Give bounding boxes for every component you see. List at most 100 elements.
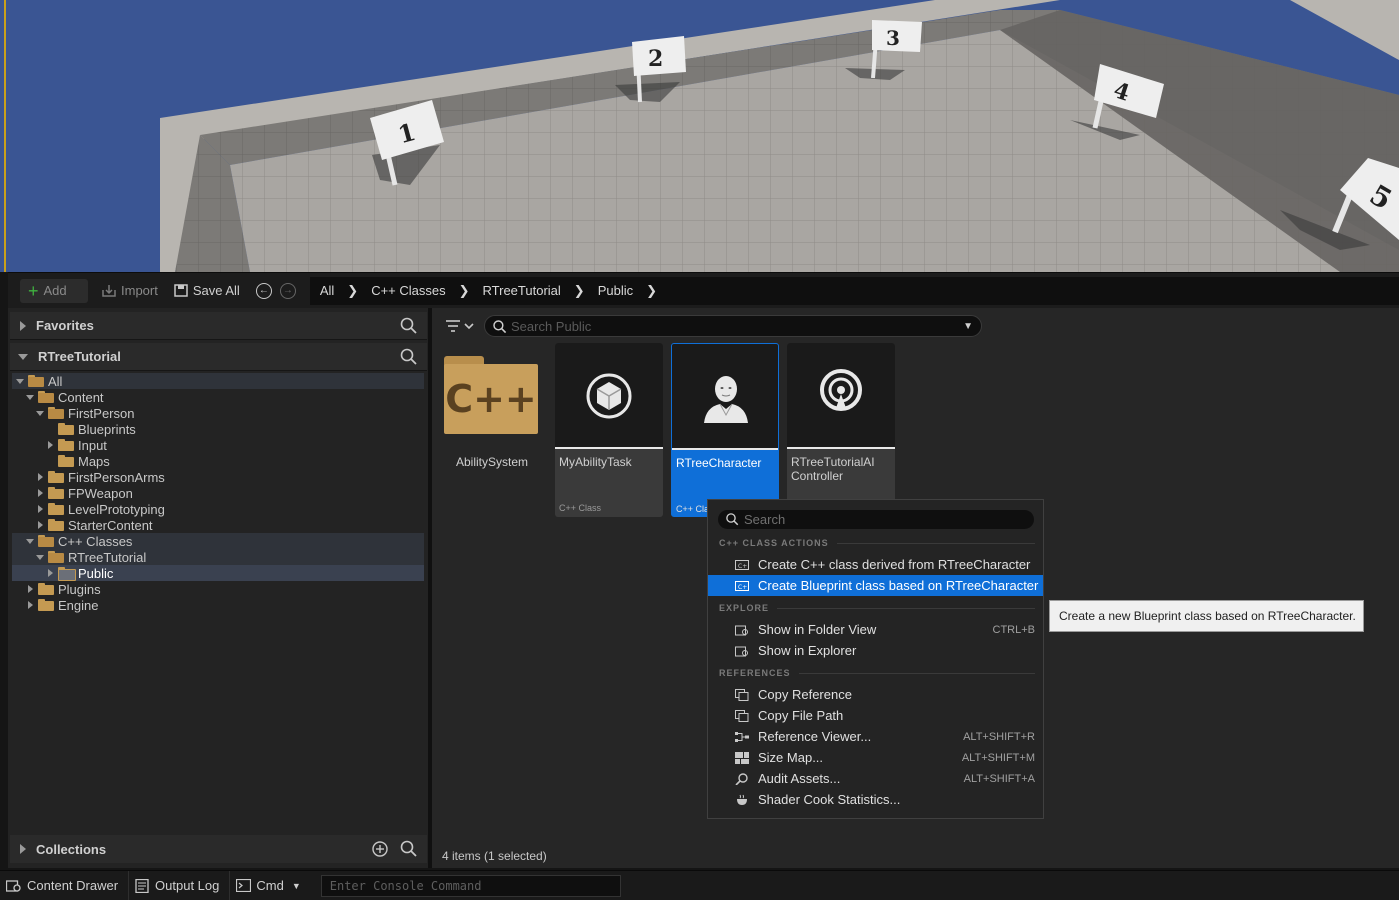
status-bar: Content Drawer Output Log Cmd ▼ Enter Co… (0, 870, 1399, 900)
svg-text:C+: C+ (738, 584, 747, 591)
context-search-input[interactable]: Search (718, 510, 1034, 529)
tree-item-input[interactable]: Input (12, 437, 424, 453)
collapse-arrow-icon[interactable] (34, 407, 46, 419)
filter-icon[interactable] (444, 318, 476, 334)
content-drawer-button[interactable]: Content Drawer (0, 870, 130, 900)
expand-arrow-icon[interactable] (34, 487, 46, 499)
asset-tile-rtreetutorialaicontroller[interactable]: RTreeTutorialAI Controller C++ Class (787, 343, 895, 517)
back-arrow-icon[interactable]: ← (255, 282, 272, 299)
expand-arrow-icon[interactable] (20, 320, 26, 331)
expand-arrow-icon[interactable] (20, 844, 26, 854)
tree-item-firstpersonarms[interactable]: FirstPersonArms (12, 469, 424, 485)
section-explore: EXPLORE (719, 603, 1035, 613)
copy-file-path-item[interactable]: Copy File Path (708, 705, 1043, 726)
tree-item-content[interactable]: Content (12, 389, 424, 405)
breadcrumb-public[interactable]: Public (598, 283, 633, 298)
content-browser-toolbar: + Add Import Save All ← → All ❯ C++ Clas… (8, 272, 1399, 308)
cpp-class-icon: C+ (735, 559, 749, 570)
tree-item-startercontent[interactable]: StarterContent (12, 517, 424, 533)
save-all-button[interactable]: Save All (166, 279, 248, 303)
level-viewport[interactable]: 1 2 3 4 5 (0, 0, 1399, 272)
expand-arrow-icon[interactable] (44, 455, 56, 467)
breadcrumb-rtreetutorial[interactable]: RTreeTutorial (483, 283, 561, 298)
output-log-button[interactable]: Output Log (129, 870, 231, 900)
chevron-right-icon[interactable]: ❯ (646, 283, 657, 299)
save-all-label: Save All (192, 283, 240, 298)
chevron-right-icon[interactable]: ❯ (347, 283, 358, 299)
tree-item-rtreetutorial[interactable]: RTreeTutorial (12, 549, 424, 565)
shader-cook-statistics-item[interactable]: Shader Cook Statistics... (708, 789, 1043, 810)
reference-viewer-item[interactable]: Reference Viewer... ALT+SHIFT+R (708, 726, 1043, 747)
collapse-arrow-icon[interactable] (34, 551, 46, 563)
breadcrumb-all[interactable]: All (320, 283, 334, 298)
asset-tile-myabilitytask[interactable]: MyAbilityTask C++ Class (555, 343, 663, 517)
project-header[interactable]: RTreeTutorial (10, 343, 427, 371)
tree-item-fpweapon[interactable]: FPWeapon (12, 485, 424, 501)
create-cpp-class-item[interactable]: C+ Create C++ class derived from RTreeCh… (708, 554, 1043, 575)
asset-tile-rtreecharacter[interactable]: RTreeCharacter C++ Class (671, 343, 779, 517)
svg-text:C+: C+ (738, 563, 747, 570)
asset-name: RTreeCharacter (676, 456, 762, 470)
add-collection-icon[interactable] (371, 840, 389, 858)
chevron-right-icon[interactable]: ❯ (459, 283, 470, 299)
teapot-icon (737, 794, 747, 805)
tree-item-public[interactable]: Public (12, 565, 424, 581)
tree-item-label: FirstPersonArms (68, 469, 165, 485)
context-menu: Search C++ CLASS ACTIONS C+ Create C++ c… (707, 499, 1044, 819)
expand-arrow-icon[interactable] (34, 503, 46, 515)
expand-arrow-icon[interactable] (34, 471, 46, 483)
tooltip: Create a new Blueprint class based on RT… (1049, 600, 1364, 632)
forward-arrow-icon[interactable]: → (279, 282, 296, 299)
search-icon[interactable] (399, 839, 419, 859)
search-icon[interactable] (399, 316, 419, 336)
expand-arrow-icon[interactable] (44, 567, 56, 579)
shortcut-label: CTRL+B (992, 623, 1036, 636)
expand-arrow-icon[interactable] (24, 583, 36, 595)
folder-icon (48, 487, 64, 499)
collections-header[interactable]: Collections (10, 835, 427, 863)
add-button[interactable]: + Add (20, 278, 88, 303)
collapse-arrow-icon[interactable] (18, 353, 28, 360)
section-cpp-actions: C++ CLASS ACTIONS (719, 538, 1035, 548)
add-label: Add (43, 283, 67, 298)
audit-icon (735, 772, 748, 785)
search-icon (726, 513, 739, 526)
show-in-explorer-item[interactable]: Show in Explorer (708, 640, 1043, 661)
asset-thumbnail (787, 343, 895, 448)
chevron-down-icon[interactable]: ▼ (963, 321, 973, 332)
folder-icon (28, 375, 44, 387)
tree-item-label: C++ Classes (58, 533, 133, 549)
cmd-dropdown[interactable]: Cmd ▼ (230, 871, 310, 900)
tree-item-all[interactable]: All (12, 373, 424, 389)
tree-item-maps[interactable]: Maps (12, 453, 424, 469)
breadcrumb-cpp-classes[interactable]: C++ Classes (371, 283, 445, 298)
expand-arrow-icon[interactable] (34, 519, 46, 531)
tree-item-label: All (48, 373, 63, 389)
tree-item-firstperson[interactable]: FirstPerson (12, 405, 424, 421)
size-map-item[interactable]: Size Map... ALT+SHIFT+M (708, 747, 1043, 768)
tree-item-c-classes[interactable]: C++ Classes (12, 533, 424, 549)
tree-item-engine[interactable]: Engine (12, 597, 424, 613)
tree-item-label: Maps (78, 453, 110, 469)
audit-assets-item[interactable]: Audit Assets... ALT+SHIFT+A (708, 768, 1043, 789)
tree-item-label: FirstPerson (68, 405, 135, 421)
favorites-header[interactable]: Favorites (10, 312, 427, 340)
chevron-right-icon[interactable]: ❯ (574, 283, 585, 299)
shader-cook-statistics-label: Shader Cook Statistics... (758, 792, 901, 807)
import-button[interactable]: Import (94, 279, 166, 303)
collapse-arrow-icon[interactable] (24, 391, 36, 403)
create-blueprint-class-item[interactable]: C+ Create Blueprint class based on RTree… (708, 575, 1043, 596)
asset-search-input[interactable]: Search Public ▼ (484, 315, 982, 337)
expand-arrow-icon[interactable] (44, 423, 56, 435)
show-in-folder-view-item[interactable]: Show in Folder View CTRL+B (708, 619, 1043, 640)
collapse-arrow-icon[interactable] (24, 535, 36, 547)
collapse-arrow-icon[interactable] (14, 375, 26, 387)
tree-item-levelprototyping[interactable]: LevelPrototyping (12, 501, 424, 517)
tree-item-plugins[interactable]: Plugins (12, 581, 424, 597)
search-icon[interactable] (399, 347, 419, 367)
expand-arrow-icon[interactable] (24, 599, 36, 611)
console-command-input[interactable]: Enter Console Command (320, 874, 621, 897)
copy-reference-item[interactable]: Copy Reference (708, 684, 1043, 705)
tree-item-blueprints[interactable]: Blueprints (12, 421, 424, 437)
expand-arrow-icon[interactable] (44, 439, 56, 451)
